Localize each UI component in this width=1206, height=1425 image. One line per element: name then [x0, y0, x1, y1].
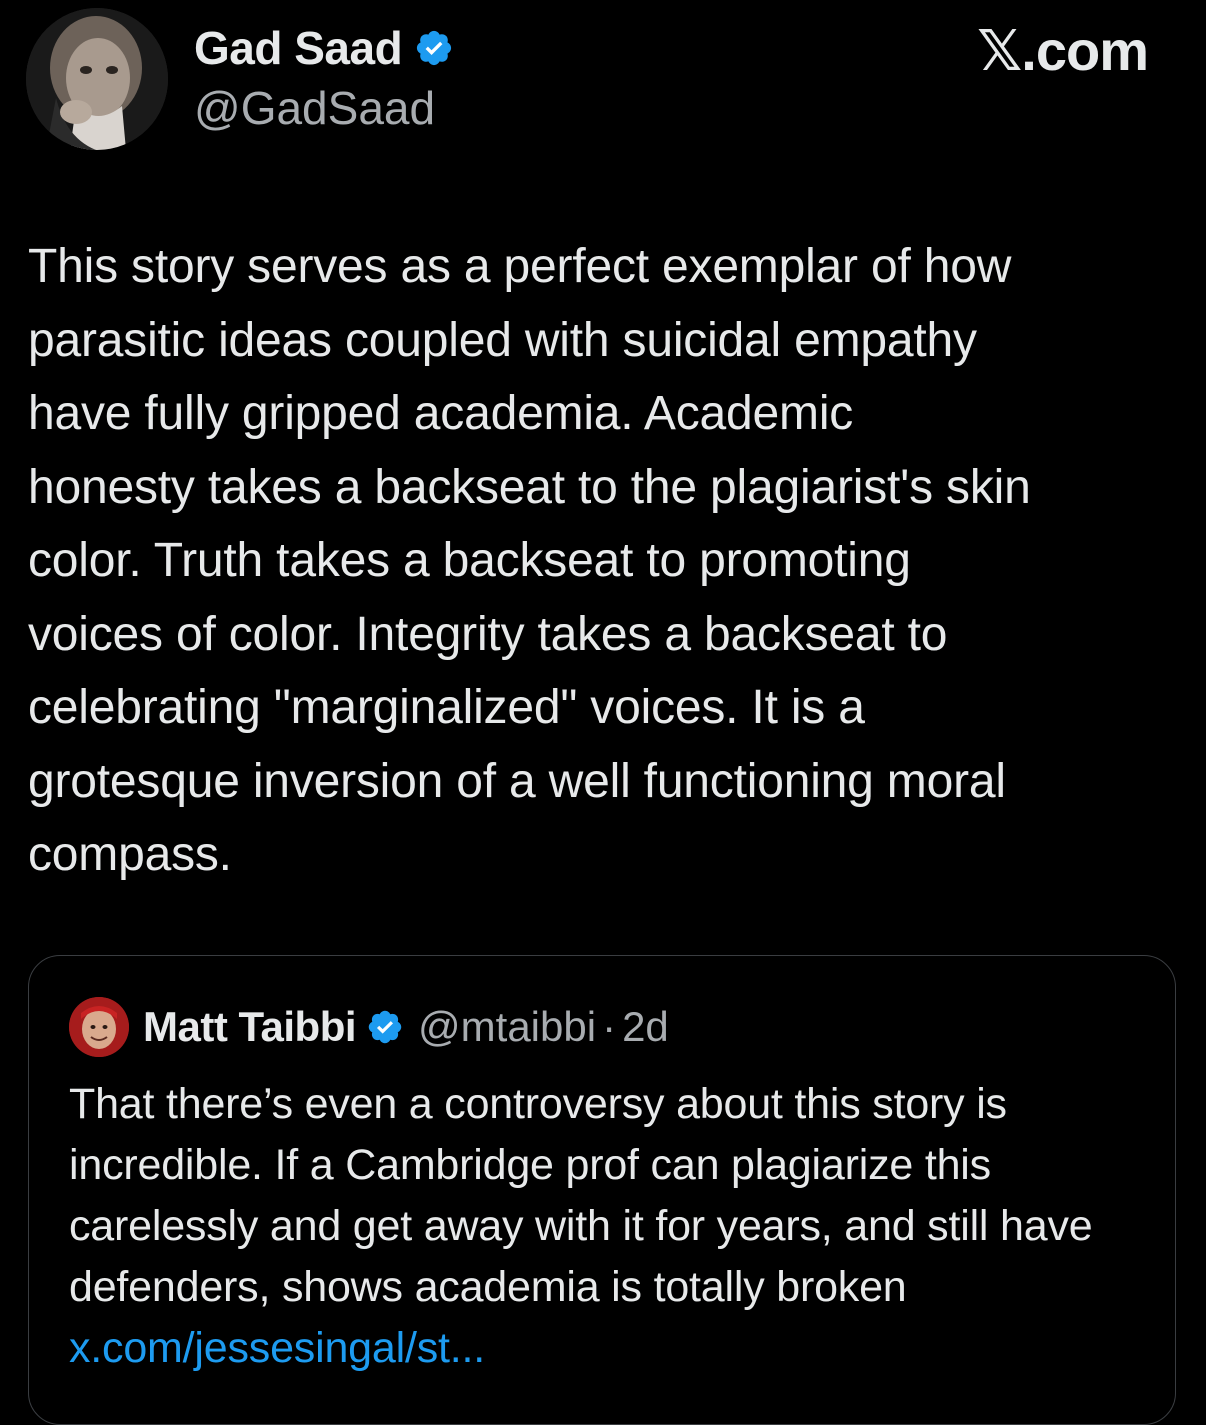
quoted-tweet-body: That there’s even a controversy about th… — [69, 1080, 1093, 1311]
verified-badge-icon — [366, 1008, 404, 1046]
quoted-tweet-timestamp[interactable]: 2d — [622, 1003, 669, 1051]
author-handle[interactable]: @GadSaad — [194, 80, 435, 136]
author-avatar[interactable] — [26, 8, 168, 150]
quoted-tweet-card[interactable]: Matt Taibbi @mtaibbi · 2d That there’s e… — [28, 955, 1176, 1425]
quoted-tweet-link[interactable]: x.com/jessesingal/st... — [69, 1324, 485, 1372]
quoted-author-avatar[interactable] — [69, 997, 129, 1057]
tweet-text: This story serves as a perfect exemplar … — [28, 240, 1031, 881]
quoted-author-handle[interactable]: @mtaibbi — [418, 1003, 596, 1051]
x-logo: 𝕏.com — [977, 19, 1149, 82]
author-name-row: Gad Saad — [194, 20, 454, 76]
quoted-author-display-name[interactable]: Matt Taibbi — [143, 1003, 357, 1051]
verified-badge-icon — [414, 28, 454, 68]
separator-dot: · — [602, 1003, 617, 1050]
quoted-tweet-header: Matt Taibbi @mtaibbi · 2d — [69, 996, 669, 1058]
quoted-tweet-text: That there’s even a controversy about th… — [69, 1074, 1139, 1379]
tweet-header: Gad Saad @GadSaad 𝕏.com — [0, 0, 1206, 160]
author-display-name[interactable]: Gad Saad — [194, 20, 403, 76]
